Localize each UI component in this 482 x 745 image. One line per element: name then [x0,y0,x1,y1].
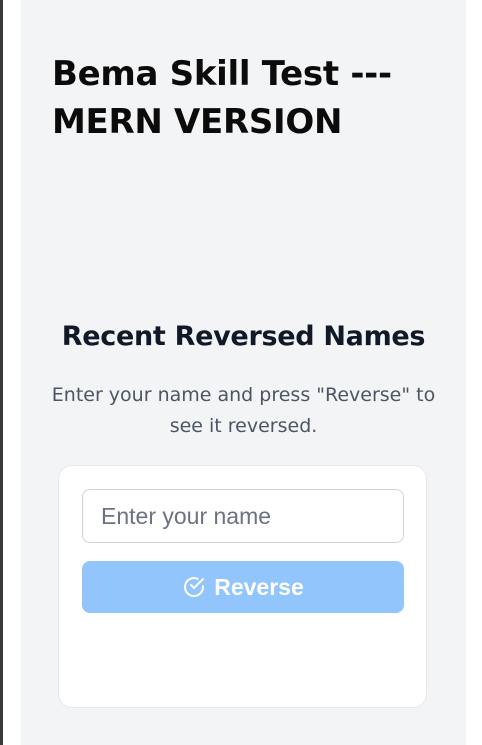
section-title: Recent Reversed Names [61,321,426,352]
check-circle-icon [182,575,206,599]
reverse-button-label: Reverse [214,573,304,600]
name-input[interactable] [82,489,404,543]
window-left-edge [0,0,3,745]
reverse-button[interactable]: Reverse [82,561,404,613]
instructions-text: Enter your name and press "Reverse" to s… [51,384,436,437]
app-title: Bema Skill Test --- MERN VERSION [52,54,392,142]
